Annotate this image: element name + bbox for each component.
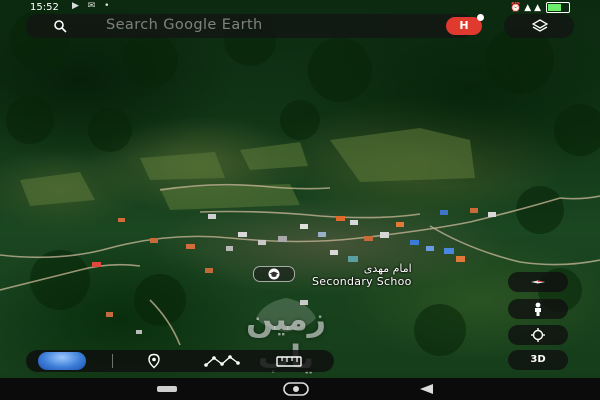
place-label[interactable]: امام مهدی Secondary Schoo: [312, 262, 412, 288]
signal-icons: ⏰ ▲ ▲: [510, 2, 541, 13]
status-right: ⏰ ▲ ▲: [510, 2, 570, 13]
locate-button[interactable]: [508, 325, 568, 345]
mode-3d-button[interactable]: 3D: [508, 350, 568, 370]
bottom-toolbar: [26, 350, 334, 372]
watermark-logo: زمین یاب: [238, 292, 334, 376]
search-bar[interactable]: Search Google Earth H: [26, 14, 484, 38]
draw-path-icon[interactable]: [204, 353, 244, 369]
search-input[interactable]: Search Google Earth: [106, 17, 263, 33]
place-name-en: Secondary Schoo: [312, 275, 412, 288]
system-nav-bar: [0, 378, 600, 400]
layers-icon: [532, 19, 548, 32]
ruler-icon[interactable]: [276, 353, 302, 369]
toolbar-divider: [112, 354, 113, 368]
recents-icon[interactable]: [157, 386, 177, 392]
voyager-globe-icon[interactable]: [38, 352, 86, 370]
pegman-icon: [535, 302, 541, 316]
school-icon: [268, 268, 280, 280]
layers-button[interactable]: [504, 14, 574, 38]
battery-icon: [546, 2, 570, 13]
compass-icon: [531, 280, 545, 284]
place-marker[interactable]: [253, 266, 295, 282]
pegman-button[interactable]: [508, 299, 568, 319]
home-icon[interactable]: [283, 382, 309, 396]
notification-dot: [477, 14, 484, 21]
notification-icons: ▶ ✉ •: [72, 1, 113, 11]
back-icon[interactable]: [418, 383, 434, 395]
account-avatar[interactable]: H: [446, 14, 484, 35]
locate-icon: [531, 328, 545, 342]
compass-button[interactable]: [508, 272, 568, 292]
search-icon[interactable]: [53, 19, 67, 33]
place-pin-icon[interactable]: [146, 353, 162, 369]
avatar-letter: H: [459, 19, 469, 32]
status-time: 15:52: [30, 2, 59, 13]
place-name-fa: امام مهدی: [363, 262, 412, 275]
